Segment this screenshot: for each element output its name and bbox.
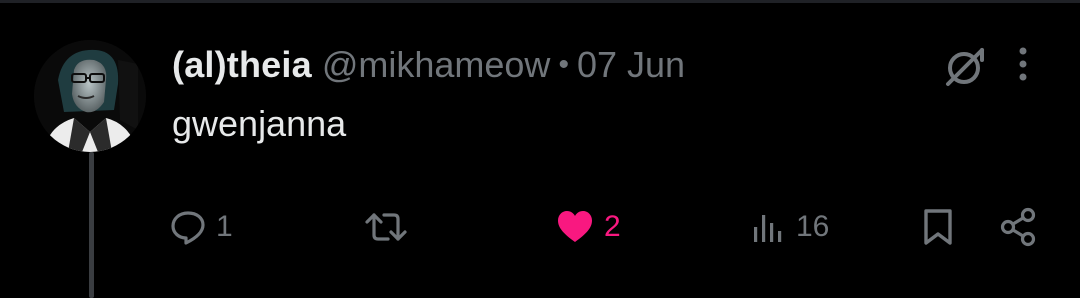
tweet-header: (al)theia @mikhameow • 07 Jun [172,40,685,90]
retweet-button[interactable] [364,205,418,249]
more-icon[interactable] [1008,42,1038,88]
like-count: 2 [604,210,621,243]
tweet-text: gwenjanna [172,103,347,144]
separator-dot: • [558,48,569,81]
like-button[interactable]: 2 [556,205,621,249]
top-divider [0,0,1080,3]
heart-icon [558,211,592,242]
grok-icon[interactable] [942,44,988,90]
avatar[interactable] [34,40,146,152]
views-button[interactable]: 16 [752,205,829,249]
share-button[interactable] [998,205,1040,249]
reply-button[interactable]: 1 [170,205,233,249]
reply-icon [171,211,205,245]
reply-count: 1 [216,210,233,243]
avatar-image [34,40,146,152]
share-icon [1000,207,1036,247]
bookmark-button[interactable] [920,205,956,249]
retweet-icon [365,213,407,241]
user-handle[interactable]: @mikhameow [322,40,551,90]
thread-line [89,152,94,298]
views-count: 16 [796,210,830,243]
bookmark-icon [924,209,952,245]
views-icon [754,215,782,242]
tweet-date[interactable]: 07 Jun [577,40,685,90]
display-name[interactable]: (al)theia [172,40,312,90]
